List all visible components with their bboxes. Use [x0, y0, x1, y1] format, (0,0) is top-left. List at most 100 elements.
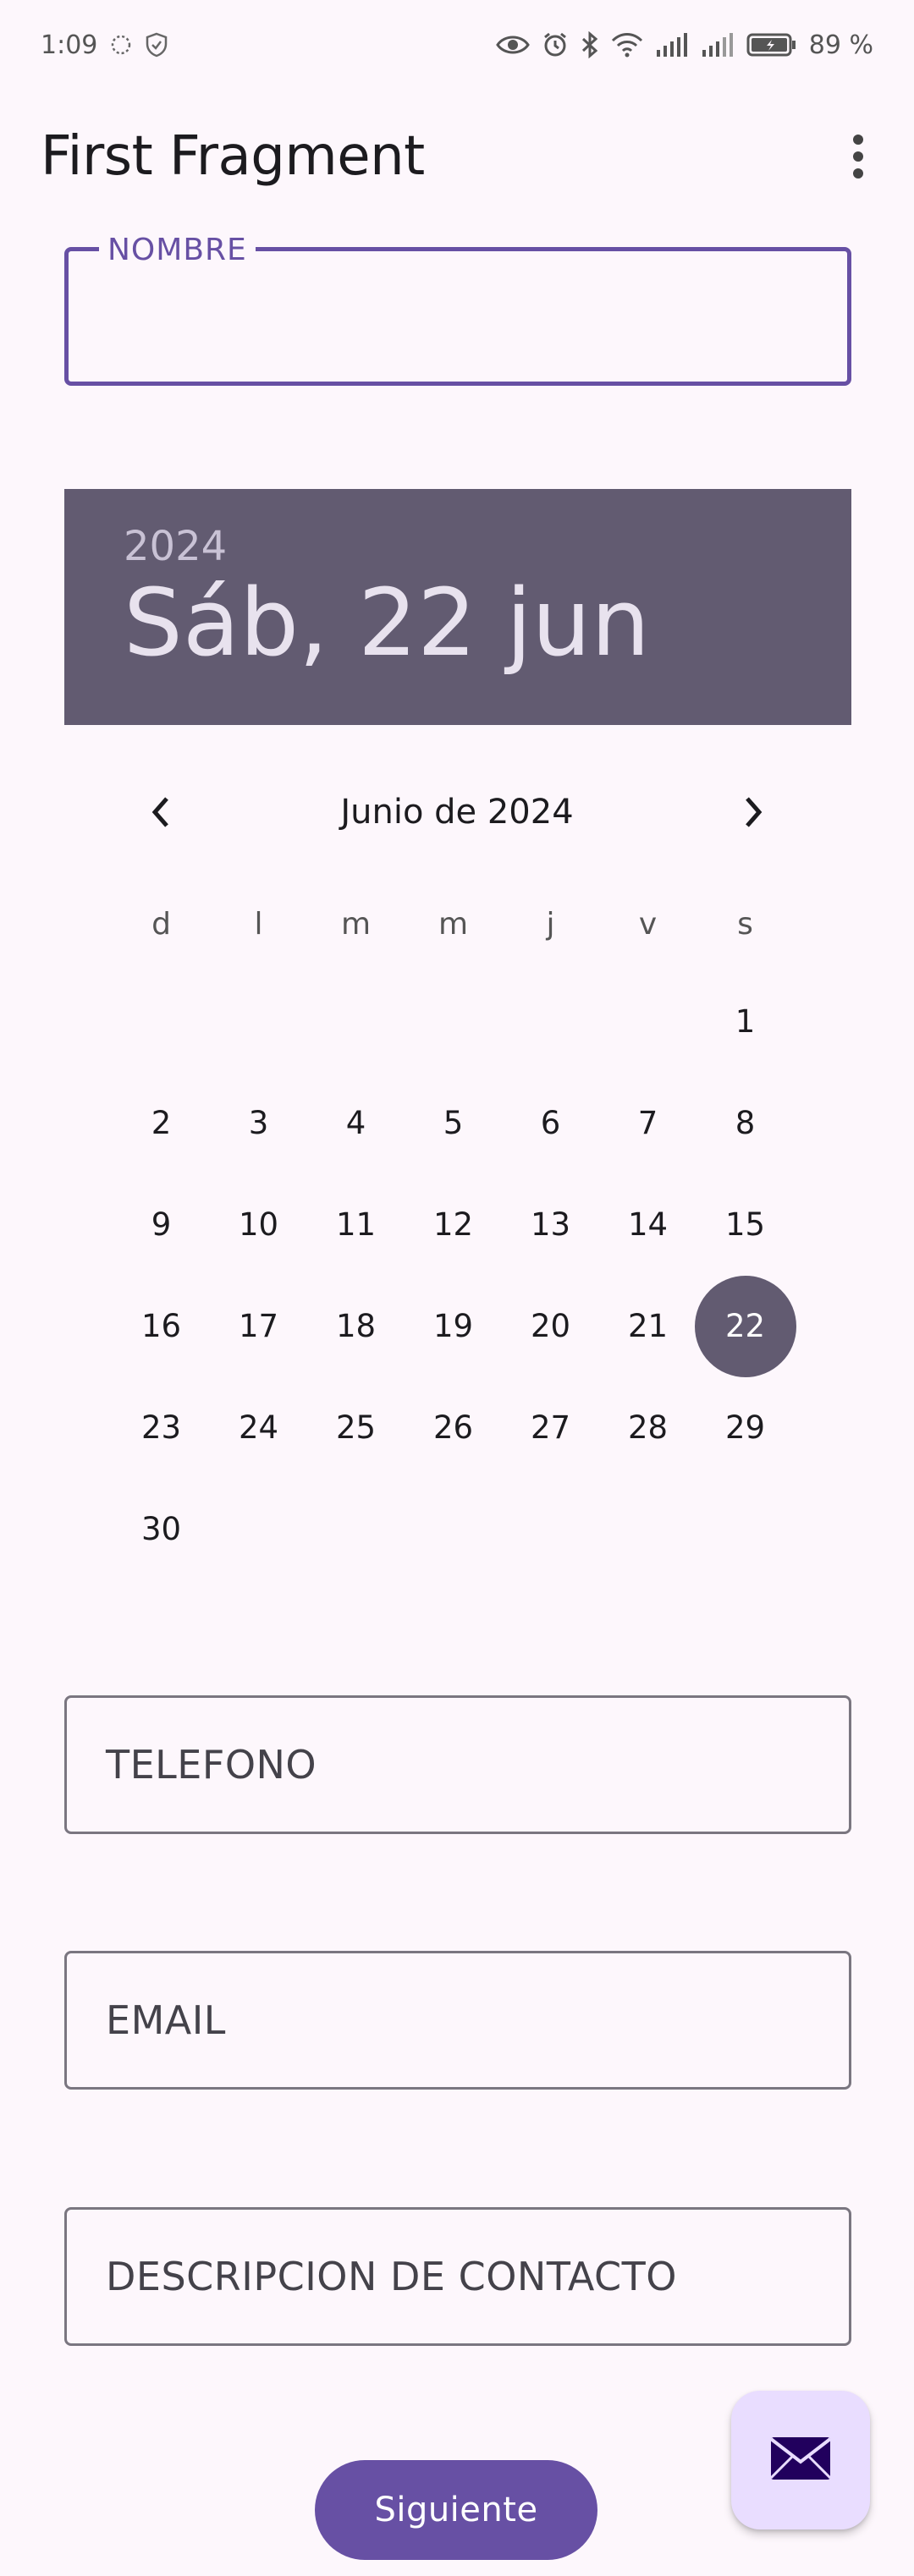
month-label: Junio de 2024	[340, 793, 574, 832]
wifi-icon	[611, 32, 643, 58]
signal-icon-2	[701, 33, 735, 57]
calendar-day-number: 24	[238, 1409, 279, 1446]
calendar-day[interactable]: 27	[502, 1379, 599, 1476]
telefono-field[interactable]: TELEFONO	[64, 1695, 851, 1834]
calendar-day-number: 13	[530, 1206, 571, 1243]
calendar-day-number: 15	[724, 1206, 766, 1243]
calendar-day-number: 22	[724, 1308, 766, 1344]
email-icon	[768, 2435, 833, 2485]
telefono-label: TELEFONO	[106, 1742, 317, 1788]
weekday-label: j	[546, 907, 555, 942]
alarm-icon	[542, 31, 569, 58]
calendar-day-number: 28	[627, 1409, 669, 1446]
calendar-day[interactable]: 12	[405, 1176, 502, 1273]
calendar-day-number: 6	[540, 1105, 561, 1141]
calendar-day[interactable]: 20	[502, 1277, 599, 1375]
calendar-day-number: 25	[335, 1409, 377, 1446]
calendar-day-number: 7	[637, 1105, 658, 1141]
calendar-day-number: 16	[140, 1308, 182, 1344]
signal-icon	[655, 33, 689, 57]
calendar-day[interactable]: 25	[307, 1379, 405, 1476]
weekday-label: m	[438, 907, 469, 942]
calendar-day[interactable]: 28	[599, 1379, 697, 1476]
calendar-day-number: 5	[443, 1105, 464, 1141]
app-bar: First Fragment	[0, 102, 914, 211]
calendar-day[interactable]: 5	[405, 1074, 502, 1172]
calendar-day[interactable]: 30	[113, 1480, 210, 1578]
calendar-day-number: 9	[151, 1206, 172, 1243]
calendar-day-number: 17	[238, 1308, 279, 1344]
calendar-day[interactable]: 18	[307, 1277, 405, 1375]
calendar-day-number: 19	[432, 1308, 474, 1344]
calendar-day[interactable]: 1	[697, 973, 794, 1070]
calendar-day[interactable]: 26	[405, 1379, 502, 1476]
calendar-day[interactable]: 9	[113, 1176, 210, 1273]
weekday-label: v	[638, 907, 658, 942]
calendar-day[interactable]: 15	[697, 1176, 794, 1273]
page-title: First Fragment	[41, 125, 425, 188]
battery-percent: 89 %	[808, 30, 873, 60]
calendar-day[interactable]: 4	[307, 1074, 405, 1172]
next-button[interactable]: Siguiente	[315, 2460, 597, 2560]
loading-icon	[109, 33, 133, 57]
status-bar: 1:09 89 %	[0, 0, 914, 90]
calendar-day-number: 30	[140, 1511, 182, 1547]
calendar-day[interactable]: 8	[697, 1074, 794, 1172]
calendar-day-number: 1	[735, 1003, 756, 1040]
calendar-day-number: 8	[735, 1105, 756, 1141]
shield-icon	[145, 32, 168, 58]
calendar-day[interactable]: 17	[210, 1277, 307, 1375]
calendar-day[interactable]: 23	[113, 1379, 210, 1476]
calendar-day-number: 26	[432, 1409, 474, 1446]
descripcion-field[interactable]: DESCRIPCION DE CONTACTO	[64, 2207, 851, 2346]
weekday-label: s	[737, 907, 753, 942]
calendar-day-number: 3	[248, 1105, 269, 1141]
eye-icon	[495, 34, 530, 56]
date-picker-selected-date[interactable]: Sáb, 22 jun	[124, 572, 851, 674]
calendar-day[interactable]: 16	[113, 1277, 210, 1375]
calendar-day-number: 21	[627, 1308, 669, 1344]
calendar-day[interactable]: 10	[210, 1176, 307, 1273]
calendar-day[interactable]: 13	[502, 1176, 599, 1273]
calendar-day[interactable]: 21	[599, 1277, 697, 1375]
email-fab-button[interactable]	[731, 2391, 870, 2529]
calendar-day-selected[interactable]: 22	[695, 1276, 796, 1377]
nombre-label: NOMBRE	[99, 233, 256, 267]
battery-icon	[746, 32, 797, 58]
calendar-day[interactable]: 11	[307, 1176, 405, 1273]
calendar-day-number: 29	[724, 1409, 766, 1446]
status-time: 1:09	[41, 30, 98, 60]
weekday-label: d	[151, 907, 171, 942]
email-label: EMAIL	[106, 1997, 226, 2043]
calendar-day-number: 10	[238, 1206, 279, 1243]
calendar-day[interactable]: 14	[599, 1176, 697, 1273]
chevron-left-icon[interactable]	[127, 778, 195, 846]
calendar-day-number: 14	[627, 1206, 669, 1243]
calendar-day-number: 2	[151, 1105, 172, 1141]
calendar-day-number: 18	[335, 1308, 377, 1344]
weekday-label: m	[340, 907, 372, 942]
calendar-day-number: 23	[140, 1409, 182, 1446]
calendar-day-number: 11	[335, 1206, 377, 1243]
nombre-field[interactable]: NOMBRE	[64, 233, 851, 386]
chevron-right-icon[interactable]	[719, 778, 787, 846]
email-field[interactable]: EMAIL	[64, 1951, 851, 2090]
calendar-day[interactable]: 2	[113, 1074, 210, 1172]
month-navigation: Junio de 2024	[127, 778, 787, 846]
calendar-day[interactable]: 24	[210, 1379, 307, 1476]
calendar-day[interactable]: 3	[210, 1074, 307, 1172]
calendar-day-number: 20	[530, 1308, 571, 1344]
calendar-day[interactable]: 6	[502, 1074, 599, 1172]
date-picker-header: 2024 Sáb, 22 jun	[64, 489, 851, 725]
calendar-day[interactable]: 29	[697, 1379, 794, 1476]
calendar-day[interactable]: 19	[405, 1277, 502, 1375]
bluetooth-icon	[581, 31, 599, 58]
calendar-day-number: 12	[432, 1206, 474, 1243]
calendar-day[interactable]: 7	[599, 1074, 697, 1172]
calendar-day-number: 27	[530, 1409, 571, 1446]
date-picker-year[interactable]: 2024	[124, 526, 851, 567]
more-vert-icon[interactable]	[833, 123, 884, 190]
calendar-day-number: 4	[345, 1105, 366, 1141]
weekday-label: l	[254, 907, 263, 942]
descripcion-label: DESCRIPCION DE CONTACTO	[106, 2254, 677, 2299]
